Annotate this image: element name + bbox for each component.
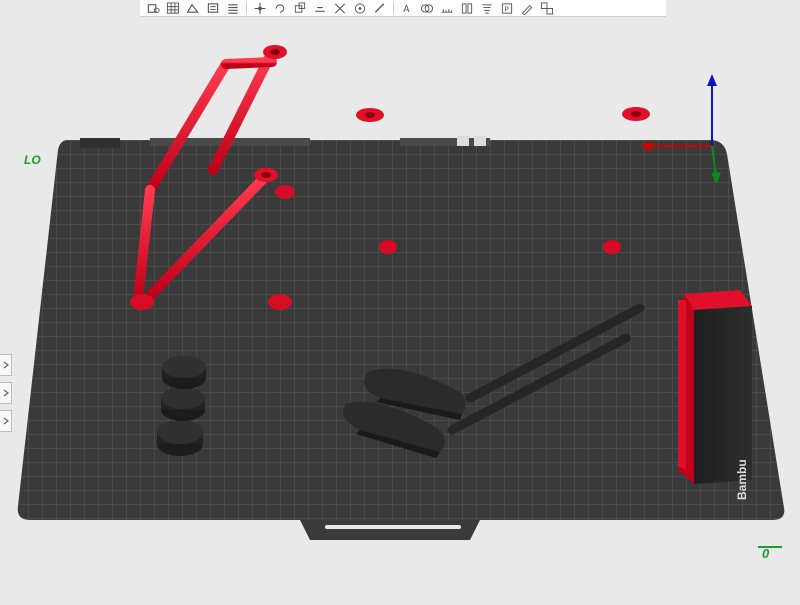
- collapse-panel-arrow[interactable]: [0, 382, 12, 404]
- variable-layer-icon[interactable]: [478, 1, 496, 16]
- model-pucks[interactable]: [157, 356, 206, 456]
- zoom-indicator-left: LO: [24, 153, 41, 167]
- seam-paint-icon[interactable]: [371, 1, 389, 16]
- toolbar-separator: [246, 2, 247, 14]
- expand-panel-arrow[interactable]: [0, 354, 12, 376]
- rotate-icon[interactable]: [271, 1, 289, 16]
- side-panel-toggles: [0, 354, 14, 438]
- svg-text:A: A: [403, 4, 410, 15]
- move-icon[interactable]: [251, 1, 269, 16]
- panel-arrow[interactable]: [0, 410, 12, 432]
- plate-brand-text: Bambu: [735, 459, 749, 500]
- svg-text:P: P: [504, 4, 509, 13]
- split-icon[interactable]: [458, 1, 476, 16]
- plate-logo-icon: [457, 136, 469, 146]
- assembly-icon[interactable]: [538, 1, 556, 16]
- cut-icon[interactable]: [331, 1, 349, 16]
- chevron-right-icon: [3, 417, 9, 425]
- lay-flat-icon[interactable]: [311, 1, 329, 16]
- plate-handle: [325, 525, 461, 529]
- 3d-viewport[interactable]: LO 0 Bambu: [0, 17, 800, 600]
- layers-icon[interactable]: [204, 1, 222, 16]
- list-icon[interactable]: [224, 1, 242, 16]
- emboss-icon[interactable]: P: [498, 1, 516, 16]
- toolbar-separator: [393, 2, 394, 14]
- mesh-boolean-icon[interactable]: [418, 1, 436, 16]
- model-block[interactable]: [678, 290, 752, 484]
- auto-orient-icon[interactable]: [184, 1, 202, 16]
- text-icon[interactable]: A: [398, 1, 416, 16]
- plate-qr-icon: [474, 136, 486, 146]
- color-paint-icon[interactable]: [518, 1, 536, 16]
- top-toolbar: AP: [140, 0, 666, 17]
- measure-icon[interactable]: [438, 1, 456, 16]
- grid-arrange-icon[interactable]: [164, 1, 182, 16]
- support-paint-icon[interactable]: [351, 1, 369, 16]
- zoom-indicator-right: 0: [762, 546, 770, 561]
- chevron-right-icon: [3, 389, 9, 397]
- chevron-right-icon: [3, 361, 9, 369]
- scale-icon[interactable]: [291, 1, 309, 16]
- add-part-icon[interactable]: [144, 1, 162, 16]
